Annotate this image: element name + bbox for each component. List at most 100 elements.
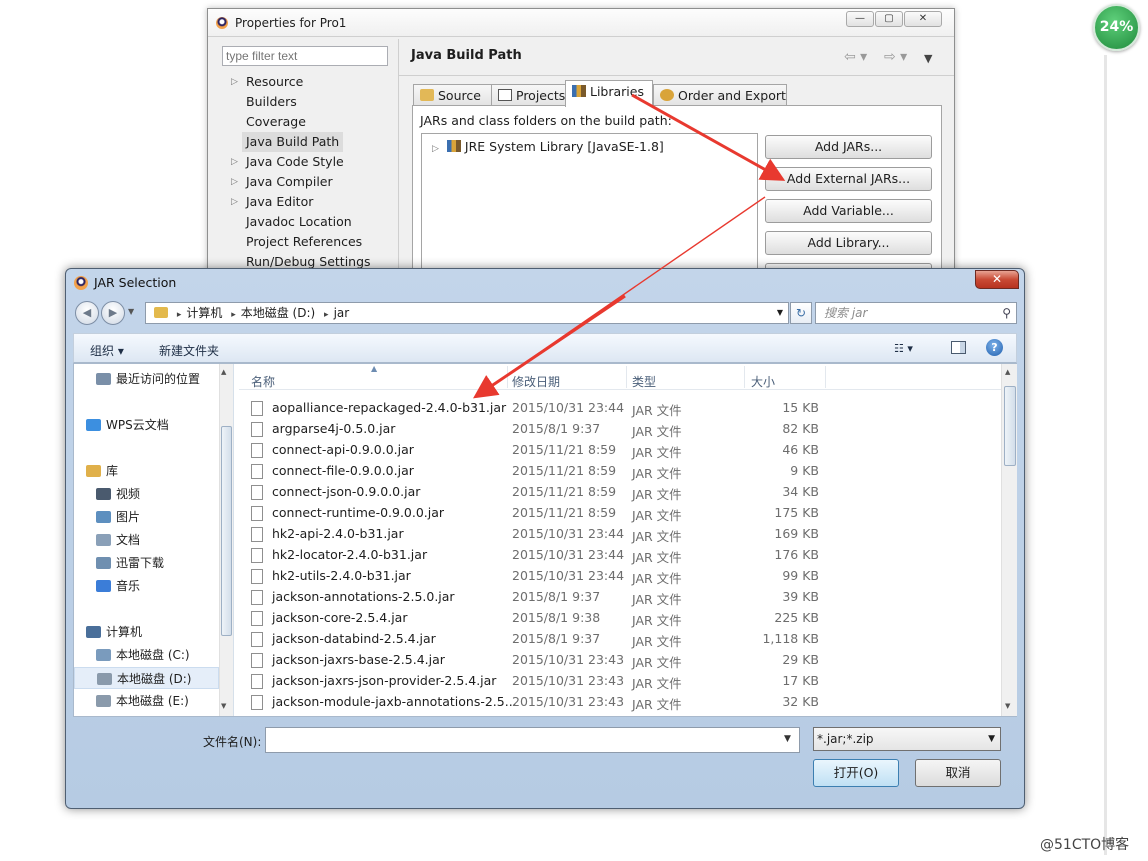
view-options-icon[interactable]: ☷ ▾ [894, 342, 913, 355]
expand-arrow-icon[interactable]: ▷ [432, 144, 439, 154]
library-entry[interactable]: ▷ JRE System Library [JavaSE-1.8] [432, 139, 664, 154]
file-row[interactable]: jackson-jaxrs-json-provider-2.5.4.jar 201… [239, 671, 839, 692]
file-row[interactable]: jackson-annotations-2.5.0.jar 2015/8/1 9:… [239, 587, 839, 608]
address-bar[interactable]: ▸ 计算机 ▸ 本地磁盘 (D:) ▸ jar ▼ [145, 302, 789, 324]
tab-order-and-export[interactable]: Order and Export [653, 84, 787, 106]
tree-item[interactable]: Builders [222, 92, 402, 112]
forward-arrow-icon[interactable]: ⇨ ▾ [884, 49, 907, 65]
refresh-icon[interactable]: ↻ [790, 302, 812, 324]
file-row[interactable]: hk2-utils-2.4.0-b31.jar 2015/10/31 23:44 J… [239, 566, 839, 587]
recent-dropdown-icon[interactable]: ▼ [128, 307, 134, 316]
column-divider[interactable] [744, 366, 745, 388]
back-arrow-icon[interactable]: ⇦ ▾ [844, 49, 867, 65]
file-date: 2015/11/21 8:59 [512, 442, 617, 457]
add-library-button[interactable]: Add Library... [765, 231, 932, 255]
nav-item[interactable]: 视频 [74, 483, 219, 505]
breadcrumb-drive[interactable]: 本地磁盘 (D:) [241, 306, 315, 320]
search-input[interactable]: 搜索 jar ⚲ [815, 302, 1017, 324]
scroll-down-icon[interactable]: ▼ [221, 702, 226, 710]
organize-button[interactable]: 组织 ▾ [90, 342, 124, 359]
tab-projects[interactable]: Projects [491, 84, 566, 106]
filename-dropdown-icon[interactable]: ▼ [784, 734, 791, 744]
breadcrumb-folder[interactable]: jar [334, 306, 350, 320]
expand-arrow-icon[interactable]: ▷ [231, 152, 238, 172]
nav-item[interactable]: 最近访问的位置 [74, 368, 219, 390]
tab-source[interactable]: Source [413, 84, 492, 106]
file-row[interactable]: hk2-locator-2.4.0-b31.jar 2015/10/31 23:4… [239, 545, 839, 566]
column-divider[interactable] [825, 366, 826, 388]
tree-item-label: Coverage [246, 114, 306, 129]
file-row[interactable]: jackson-databind-2.5.4.jar 2015/8/1 9:37 J… [239, 629, 839, 650]
column-divider[interactable] [626, 366, 627, 388]
preview-pane-icon[interactable] [951, 341, 966, 354]
add-variable-button[interactable]: Add Variable... [765, 199, 932, 223]
nav-item[interactable]: WPS云文档 [74, 414, 219, 436]
tree-item[interactable]: Java Build Path [222, 132, 402, 152]
add-jars-button[interactable]: Add JARs... [765, 135, 932, 159]
column-name[interactable]: 名称 [251, 373, 275, 390]
nav-item[interactable]: 库 [74, 460, 219, 482]
column-divider[interactable] [507, 366, 508, 388]
view-menu-icon[interactable]: ▼ [924, 52, 932, 65]
tab-libraries[interactable]: Libraries [565, 80, 653, 107]
column-type[interactable]: 类型 [632, 373, 656, 390]
file-list-scrollbar[interactable]: ▲ ▼ [1001, 364, 1017, 716]
chevron-down-icon[interactable]: ▼ [988, 728, 995, 750]
add-external-jars-button[interactable]: Add External JARs... [765, 167, 932, 191]
column-size[interactable]: 大小 [751, 373, 775, 390]
open-button[interactable]: 打开(O) [813, 759, 899, 787]
file-row[interactable]: connect-runtime-0.9.0.0.jar 2015/11/21 8:… [239, 503, 839, 524]
nav-item[interactable]: 音乐 [74, 575, 219, 597]
scroll-down-icon[interactable]: ▼ [1005, 702, 1010, 710]
order-icon [660, 89, 674, 101]
cancel-button[interactable]: 取消 [915, 759, 1001, 787]
tree-item[interactable]: Project References [222, 232, 402, 252]
tree-item[interactable]: Javadoc Location [222, 212, 402, 232]
maximize-icon[interactable]: ▢ [875, 11, 903, 27]
tree-item[interactable]: ▷ Java Code Style [222, 152, 402, 172]
minimize-icon[interactable]: — [846, 11, 874, 27]
back-icon[interactable]: ◀ [75, 301, 99, 325]
scroll-thumb[interactable] [1004, 386, 1016, 466]
nav-item[interactable]: 本地磁盘 (C:) [74, 644, 219, 666]
filter-input[interactable] [222, 46, 388, 66]
scroll-up-icon[interactable]: ▲ [1005, 368, 1010, 376]
forward-icon[interactable]: ▶ [101, 301, 125, 325]
file-row[interactable]: connect-file-0.9.0.0.jar 2015/11/21 8:59 J… [239, 461, 839, 482]
file-row[interactable]: hk2-api-2.4.0-b31.jar 2015/10/31 23:44 JAR… [239, 524, 839, 545]
vertical-divider [1104, 55, 1107, 855]
expand-arrow-icon[interactable]: ▷ [231, 72, 238, 92]
nav-scroll-thumb[interactable] [221, 426, 232, 636]
scroll-up-icon[interactable]: ▲ [221, 368, 226, 376]
filename-input[interactable] [265, 727, 800, 753]
filetype-select[interactable]: *.jar;*.zip ▼ [813, 727, 1001, 751]
file-row[interactable]: jackson-module-jaxb-annotations-2.5... 20… [239, 692, 839, 713]
nav-scrollbar[interactable]: ▲ ▼ [219, 364, 233, 716]
help-icon[interactable]: ? [986, 339, 1003, 356]
nav-item[interactable]: 本地磁盘 (D:) [74, 667, 219, 689]
nav-item[interactable]: 本地磁盘 (E:) [74, 690, 219, 712]
file-row[interactable]: argparse4j-0.5.0.jar 2015/8/1 9:37 JAR 文件 8… [239, 419, 839, 440]
tree-item[interactable]: ▷ Java Compiler [222, 172, 402, 192]
nav-item[interactable]: 计算机 [74, 621, 219, 643]
tree-item[interactable]: ▷ Resource [222, 72, 402, 92]
search-icon[interactable]: ⚲ [1002, 303, 1011, 323]
column-date[interactable]: 修改日期 [512, 373, 560, 390]
file-row[interactable]: aopalliance-repackaged-2.4.0-b31.jar 2015… [239, 398, 839, 419]
close-icon[interactable]: ✕ [904, 11, 942, 27]
nav-item[interactable]: 迅雷下载 [74, 552, 219, 574]
expand-arrow-icon[interactable]: ▷ [231, 172, 238, 192]
nav-item[interactable]: 图片 [74, 506, 219, 528]
nav-item[interactable]: 文档 [74, 529, 219, 551]
close-icon[interactable]: ✕ [975, 270, 1019, 289]
tree-item[interactable]: ▷ Java Editor [222, 192, 402, 212]
address-dropdown-icon[interactable]: ▼ [777, 303, 783, 323]
file-row[interactable]: jackson-core-2.5.4.jar 2015/8/1 9:38 JAR 文… [239, 608, 839, 629]
file-row[interactable]: jackson-jaxrs-base-2.5.4.jar 2015/10/31 2… [239, 650, 839, 671]
file-row[interactable]: connect-api-0.9.0.0.jar 2015/11/21 8:59 JA… [239, 440, 839, 461]
new-folder-button[interactable]: 新建文件夹 [159, 342, 219, 359]
file-row[interactable]: connect-json-0.9.0.0.jar 2015/11/21 8:59 J… [239, 482, 839, 503]
breadcrumb-computer[interactable]: 计算机 [186, 306, 222, 320]
tree-item[interactable]: Coverage [222, 112, 402, 132]
expand-arrow-icon[interactable]: ▷ [231, 192, 238, 212]
